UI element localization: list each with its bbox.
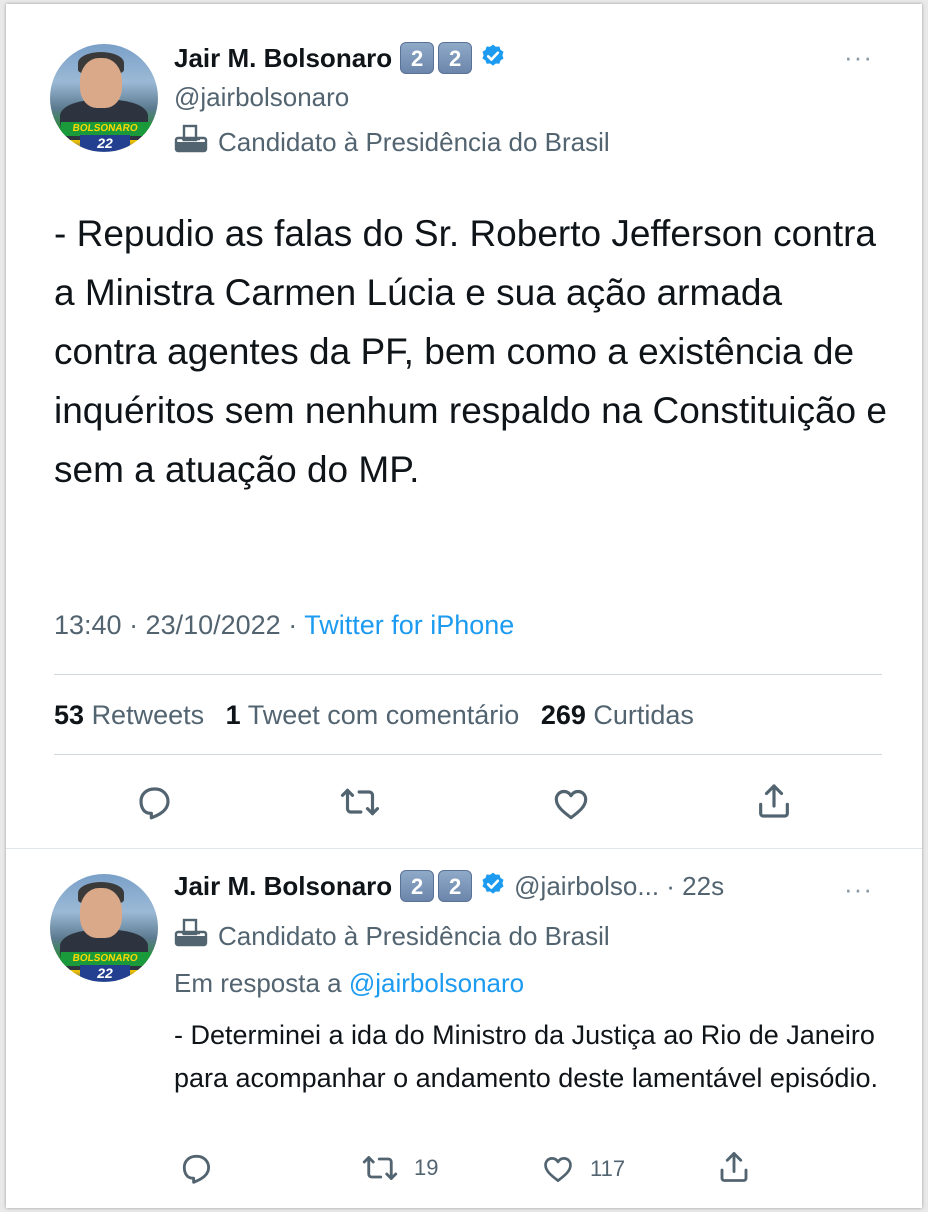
author-name[interactable]: Jair M. Bolsonaro [174, 43, 392, 74]
reply-retweet-button[interactable]: 19 [360, 1150, 438, 1186]
tweet-body: - Repudio as falas do Sr. Roberto Jeffer… [54, 213, 887, 490]
ballot-box-icon [174, 124, 208, 161]
quotes-stat[interactable]: 1 Tweet com comentário [226, 700, 520, 730]
tweet-screenshot: BOLSONARO 22 Jair M. Bolsonaro 2 2 ··· @… [6, 4, 922, 1208]
tweet-timestamp[interactable]: 13:40 · 23/10/2022 · [54, 610, 304, 640]
reply-mention-link[interactable]: @jairbolsonaro [349, 968, 524, 998]
retweet-icon [360, 1150, 400, 1186]
share-button[interactable] [754, 780, 794, 822]
likes-stat[interactable]: 269 Curtidas [541, 700, 694, 730]
reply-icon [178, 1150, 214, 1186]
verified-badge-icon [480, 871, 506, 902]
more-icon[interactable]: ··· [844, 42, 873, 73]
retweets-stat[interactable]: 53 Retweets [54, 700, 204, 730]
retweet-button[interactable] [338, 782, 382, 822]
reply-like-button[interactable]: 117 [540, 1152, 625, 1186]
divider [54, 754, 882, 755]
keycap-digit-badge: 2 [400, 870, 435, 902]
keycap-digit-badge: 2 [438, 870, 473, 902]
share-icon [754, 780, 794, 822]
affiliation-row: Candidato à Presidência do Brasil [174, 124, 610, 161]
reply-affiliation-row: Candidato à Presidência do Brasil [174, 918, 610, 955]
reply-share-button[interactable] [716, 1148, 752, 1186]
heart-icon [540, 1152, 576, 1186]
avatar-band-text: BOLSONARO [59, 122, 151, 136]
affiliation-label[interactable]: Candidato à Presidência do Brasil [218, 127, 610, 158]
reply-context-label: Em resposta a [174, 968, 349, 998]
reply-author-name[interactable]: Jair M. Bolsonaro [174, 871, 392, 902]
tweet-meta: 13:40 · 23/10/2022 · Twitter for iPhone [54, 610, 514, 641]
verified-badge-icon [480, 43, 506, 74]
reply-affiliation-label[interactable]: Candidato à Presidência do Brasil [218, 921, 610, 952]
more-icon[interactable]: ··· [844, 874, 873, 905]
like-count: 117 [590, 1156, 626, 1181]
share-icon [716, 1148, 752, 1186]
keycap-digit-badge: 2 [438, 42, 473, 74]
author-handle[interactable]: @jairbolsonaro [174, 82, 349, 113]
author-name-row: Jair M. Bolsonaro 2 2 [174, 42, 506, 74]
reply-body: - Determinei a ida do Ministro da Justiç… [174, 1020, 878, 1093]
avatar-number-text: 22 [80, 135, 130, 151]
ballot-box-icon [174, 918, 208, 955]
reply-reply-button[interactable] [178, 1150, 214, 1186]
author-avatar[interactable]: BOLSONARO 22 [50, 44, 158, 152]
reply-author-avatar[interactable]: BOLSONARO 22 [50, 874, 158, 982]
tweet-stats: 53 Retweets 1 Tweet com comentário 269 C… [54, 700, 694, 731]
heart-icon [550, 784, 592, 824]
keycap-digit-badge: 2 [400, 42, 435, 74]
reply-button[interactable] [134, 782, 174, 822]
avatar-number-text: 22 [80, 965, 130, 981]
reply-handle-time[interactable]: @jairbolso... · 22s [514, 871, 724, 902]
tweet-separator [6, 848, 922, 849]
avatar-band-text: BOLSONARO [59, 952, 151, 966]
like-button[interactable] [550, 784, 592, 824]
retweet-icon [338, 782, 382, 822]
reply-icon [134, 782, 174, 822]
tweet-source-link[interactable]: Twitter for iPhone [304, 610, 514, 640]
retweet-count: 19 [414, 1155, 439, 1180]
reply-author-row: Jair M. Bolsonaro 2 2 @jairbolso... · 22… [174, 870, 724, 902]
divider [54, 674, 882, 675]
reply-context: Em resposta a @jairbolsonaro [174, 968, 524, 999]
